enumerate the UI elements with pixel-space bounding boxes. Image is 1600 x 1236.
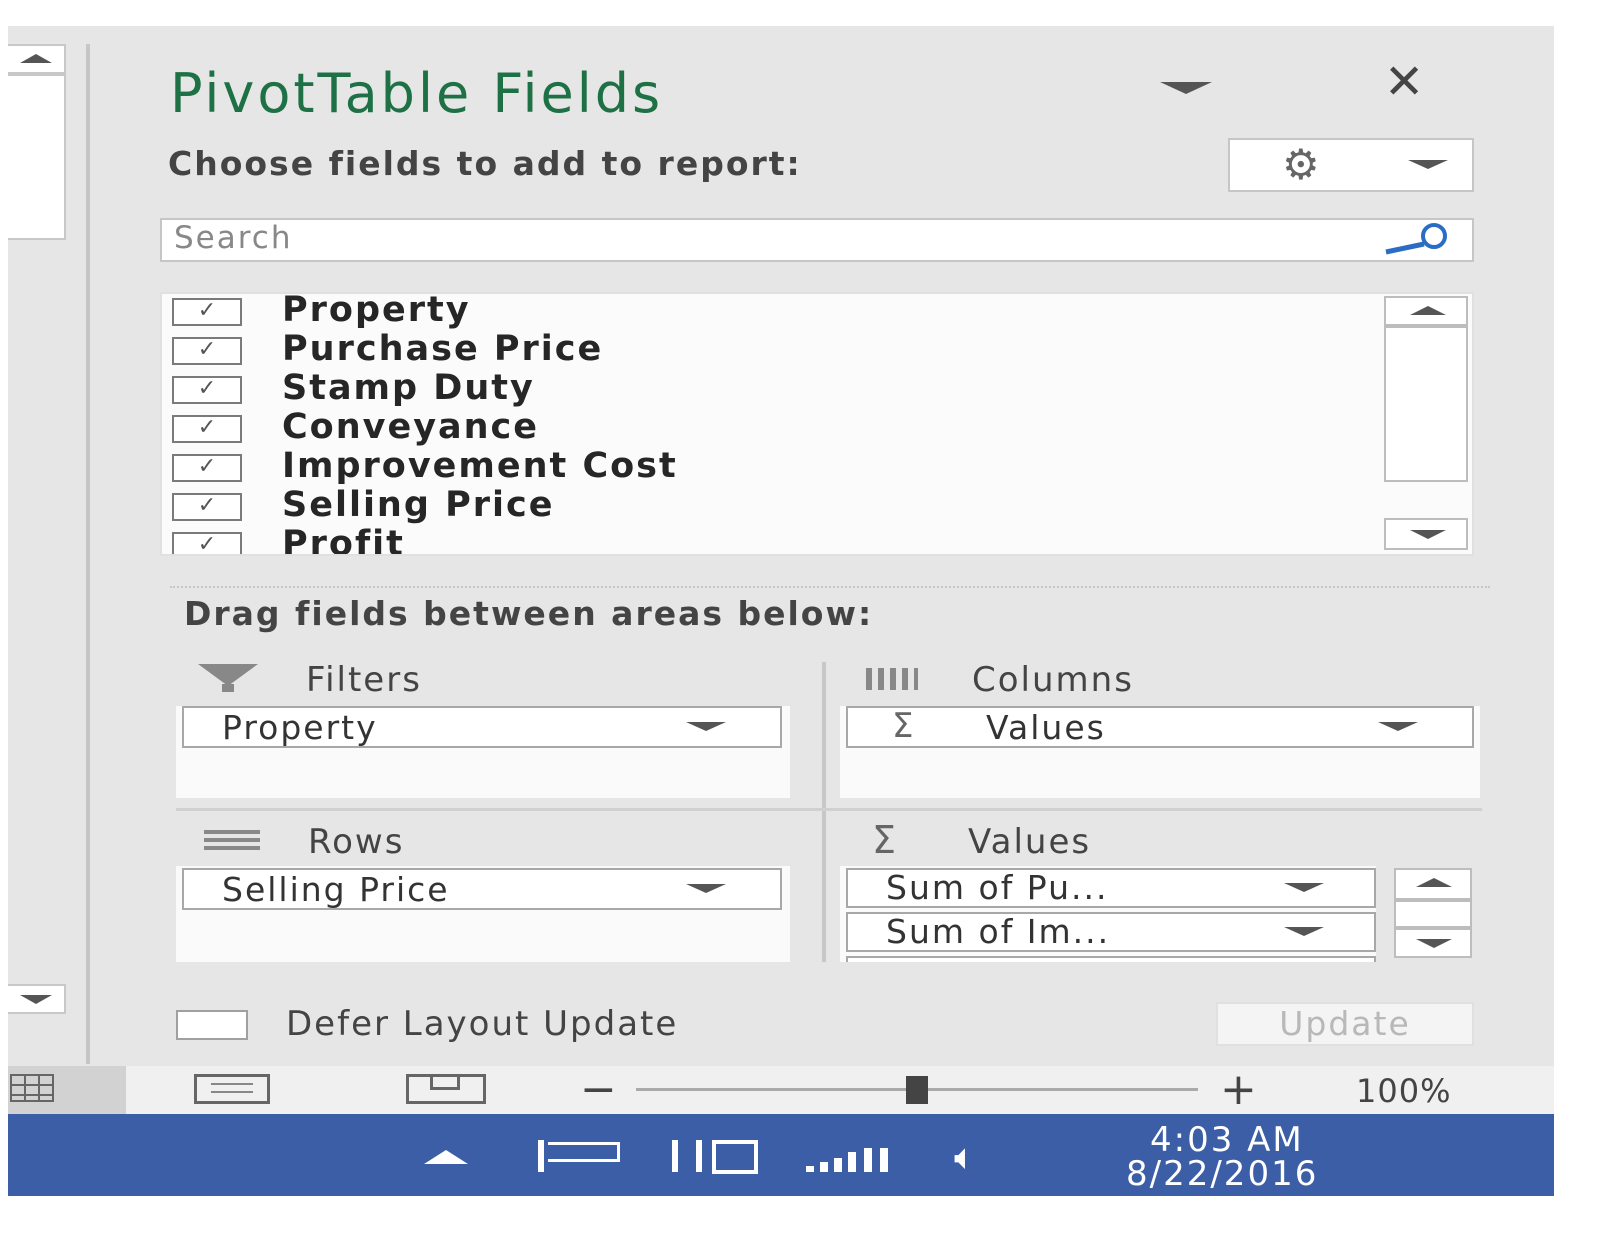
drag-areas-label: Drag fields between areas below:	[184, 594, 874, 633]
field-item-property[interactable]: ✓ Property	[172, 294, 1352, 332]
field-list-scroll-thumb[interactable]	[1384, 326, 1468, 482]
values-field-sum-improvement[interactable]: Sum of Im...	[846, 912, 1376, 952]
volume-icon[interactable]: 🔈︎	[954, 1140, 976, 1176]
field-label: Selling Price	[282, 485, 555, 525]
values-area-label: Values	[968, 822, 1092, 862]
zoom-level[interactable]: 100%	[1356, 1072, 1451, 1110]
field-checkbox[interactable]: ✓	[172, 493, 242, 521]
field-label: Improvement Cost	[282, 446, 678, 486]
pane-title: PivotTable Fields	[170, 62, 664, 125]
field-label: Purchase Price	[282, 329, 604, 369]
battery-icon[interactable]	[672, 1140, 702, 1172]
columns-icon	[866, 668, 918, 690]
field-item-improvement-cost[interactable]: ✓ Improvement Cost	[172, 446, 1352, 488]
areas-vertical-divider	[822, 662, 826, 962]
values-scroll-down[interactable]	[1394, 928, 1472, 958]
field-list-scroll-up[interactable]	[1384, 296, 1468, 326]
area-field-label: Values	[986, 708, 1106, 747]
field-item-profit[interactable]: ✓ Profit	[172, 524, 1352, 554]
sigma-icon: Σ	[892, 706, 916, 746]
chevron-down-icon[interactable]	[1378, 722, 1418, 731]
field-item-selling-price[interactable]: ✓ Selling Price	[172, 485, 1352, 527]
field-item-stamp-duty[interactable]: ✓ Stamp Duty	[172, 368, 1352, 410]
sheet-scroll-thumb[interactable]	[8, 74, 66, 240]
sheet-scroll-up-button[interactable]	[8, 44, 66, 74]
field-checkbox[interactable]: ✓	[172, 532, 242, 554]
area-field-label: Sum of Im...	[886, 912, 1111, 951]
chevron-down-icon	[1408, 160, 1448, 169]
areas-horizontal-divider	[176, 808, 1482, 811]
area-field-label: Selling Price	[222, 870, 450, 909]
area-field-label: Property	[222, 708, 378, 747]
chevron-down-icon[interactable]	[686, 722, 726, 731]
field-item-purchase-price[interactable]: ✓ Purchase Price	[172, 329, 1352, 371]
show-hidden-icons-button[interactable]	[424, 1150, 468, 1164]
field-item-conveyance[interactable]: ✓ Conveyance	[172, 407, 1352, 449]
battery-icon-body	[712, 1140, 758, 1174]
field-checkbox[interactable]: ✓	[172, 415, 242, 443]
columns-field-values[interactable]: Σ Values	[846, 706, 1474, 748]
zoom-in-button[interactable]: +	[1220, 1066, 1257, 1114]
defer-layout-checkbox[interactable]	[176, 1010, 248, 1040]
chevron-down-icon[interactable]	[1284, 883, 1324, 892]
rows-field-selling-price[interactable]: Selling Price	[182, 868, 782, 910]
update-button[interactable]: Update	[1216, 1002, 1474, 1046]
rows-area-label: Rows	[308, 822, 405, 862]
page-break-preview-icon-inner	[430, 1074, 460, 1090]
network-icon[interactable]	[806, 1136, 896, 1172]
chevron-down-icon[interactable]	[686, 884, 726, 893]
filters-area-label: Filters	[306, 660, 422, 700]
field-label: Profit	[282, 524, 405, 556]
values-field-clipped[interactable]	[846, 956, 1376, 962]
flag-icon-cloth	[548, 1142, 620, 1162]
values-scroll-up[interactable]	[1394, 868, 1472, 900]
field-label: Stamp Duty	[282, 368, 535, 408]
sigma-icon: Σ	[872, 818, 897, 862]
zoom-out-button[interactable]: −	[580, 1066, 617, 1114]
clock-date[interactable]: 8/22/2016	[1126, 1154, 1318, 1194]
field-checkbox[interactable]: ✓	[172, 454, 242, 482]
field-label: Conveyance	[282, 407, 540, 447]
area-field-label: Sum of Pu...	[886, 868, 1109, 907]
filter-icon	[198, 664, 258, 686]
rows-icon	[204, 830, 260, 850]
sheet-scroll-down-button[interactable]	[8, 984, 66, 1014]
search-placeholder: Search	[174, 220, 293, 256]
taskbar	[8, 1114, 1554, 1196]
field-label: Property	[282, 292, 471, 330]
search-input[interactable]	[160, 218, 1474, 262]
section-separator	[170, 586, 1490, 588]
filter-icon-stem	[222, 684, 234, 692]
pane-resize-divider[interactable]	[86, 44, 90, 1064]
values-scroll-thumb[interactable]	[1394, 900, 1472, 928]
flag-icon[interactable]	[538, 1140, 544, 1172]
task-pane-options-button[interactable]	[1160, 82, 1212, 94]
search-icon[interactable]	[1382, 222, 1458, 260]
defer-layout-label: Defer Layout Update	[286, 1004, 679, 1044]
choose-fields-label: Choose fields to add to report:	[168, 144, 802, 183]
zoom-slider-thumb[interactable]	[906, 1076, 928, 1104]
field-checkbox[interactable]: ✓	[172, 298, 242, 326]
values-field-sum-purchase[interactable]: Sum of Pu...	[846, 868, 1376, 908]
chevron-down-icon[interactable]	[1284, 927, 1324, 936]
filters-field-property[interactable]: Property	[182, 706, 782, 748]
field-list: ✓ Property ✓ Purchase Price ✓ Stamp Duty…	[160, 292, 1474, 556]
normal-view-icon[interactable]	[10, 1074, 54, 1102]
field-checkbox[interactable]: ✓	[172, 337, 242, 365]
gear-icon: ⚙	[1282, 140, 1320, 189]
close-icon[interactable]: ✕	[1384, 58, 1424, 106]
page-layout-view-icon[interactable]	[194, 1074, 270, 1104]
columns-area-label: Columns	[972, 660, 1134, 700]
field-checkbox[interactable]: ✓	[172, 376, 242, 404]
field-list-scroll-down[interactable]	[1384, 518, 1468, 550]
